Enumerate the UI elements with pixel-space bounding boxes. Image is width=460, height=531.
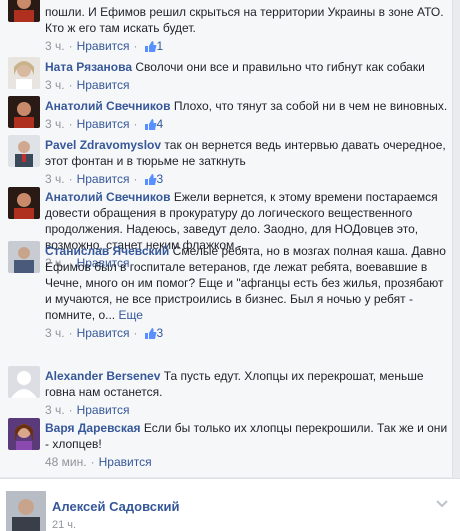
author-name[interactable]: Alexander Bersenev [45, 369, 160, 383]
comment-time[interactable]: 3 ч. [45, 78, 65, 92]
avatar[interactable] [8, 241, 40, 273]
author-name[interactable]: Анатолий Свечников [45, 99, 170, 113]
author-name[interactable]: Варя Даревская [45, 421, 141, 435]
avatar[interactable] [8, 57, 40, 89]
comment-meta: 3 ч. · Нравится · 3 [45, 171, 448, 190]
like-link[interactable]: Нравится [77, 172, 130, 186]
comment-meta: 3 ч. · Нравится [45, 78, 130, 92]
next-post-header: Алексей Садовский 21 ч. [0, 478, 460, 531]
like-count[interactable]: 3 [157, 172, 164, 186]
comment-time[interactable]: 3 ч. [45, 326, 65, 340]
avatar[interactable] [8, 418, 40, 450]
avatar[interactable] [8, 96, 40, 128]
like-link[interactable]: Нравится [77, 326, 130, 340]
author-name[interactable]: Pavel Zdravomyslov [45, 138, 161, 152]
like-link[interactable]: Нравится [77, 403, 130, 417]
author-name[interactable]: Станислав Ячевский [45, 244, 169, 258]
comment-time[interactable]: 3 ч. [45, 403, 65, 417]
thumbs-up-icon [144, 118, 157, 135]
avatar[interactable] [8, 0, 40, 22]
avatar[interactable] [8, 366, 40, 398]
comment-text: Сволочи они все и правильно что гибнут к… [135, 60, 425, 74]
like-link[interactable]: Нравится [77, 117, 130, 131]
comments-panel: пошли. И Ефимов решил скрыться на террит… [0, 0, 453, 477]
comment-meta: 3 ч. · Нравится · 3 [45, 325, 448, 344]
author-name[interactable]: Анатолий Свечников [45, 190, 170, 204]
comment-time[interactable]: 3 ч. [45, 39, 65, 53]
comment-meta: 48 мин. · Нравится [45, 455, 152, 469]
comment-meta: 3 ч. · Нравится · 1 [45, 38, 448, 57]
post-author-name[interactable]: Алексей Садовский [52, 499, 179, 514]
like-count[interactable]: 1 [157, 39, 164, 53]
thumbs-up-icon [144, 327, 157, 344]
post-time[interactable]: 21 ч. [52, 519, 76, 531]
avatar[interactable] [6, 491, 46, 531]
comment-text: Плохо, что тянут за собой ни в чем не ви… [173, 99, 448, 113]
comment-time[interactable]: 3 ч. [45, 117, 65, 131]
avatar[interactable] [8, 135, 40, 167]
see-more-link[interactable]: Еще [118, 308, 142, 322]
like-count[interactable]: 3 [157, 326, 164, 340]
thumbs-up-icon [144, 40, 157, 57]
like-link[interactable]: Нравится [77, 78, 130, 92]
comment-text: пошли. И Ефимов решил скрыться на террит… [45, 5, 444, 35]
like-link[interactable]: Нравится [77, 39, 130, 53]
comment-meta: 3 ч. · Нравится [45, 403, 130, 417]
like-link[interactable]: Нравится [99, 455, 152, 469]
chevron-down-icon[interactable] [436, 497, 448, 511]
comment-time[interactable]: 48 мин. [45, 455, 87, 469]
comment-meta: 3 ч. · Нравится · 4 [45, 116, 448, 135]
like-count[interactable]: 4 [157, 117, 164, 131]
thumbs-up-icon [144, 173, 157, 190]
author-name[interactable]: Ната Рязанова [45, 60, 132, 74]
comment-time[interactable]: 3 ч. [45, 172, 65, 186]
avatar[interactable] [8, 187, 40, 219]
